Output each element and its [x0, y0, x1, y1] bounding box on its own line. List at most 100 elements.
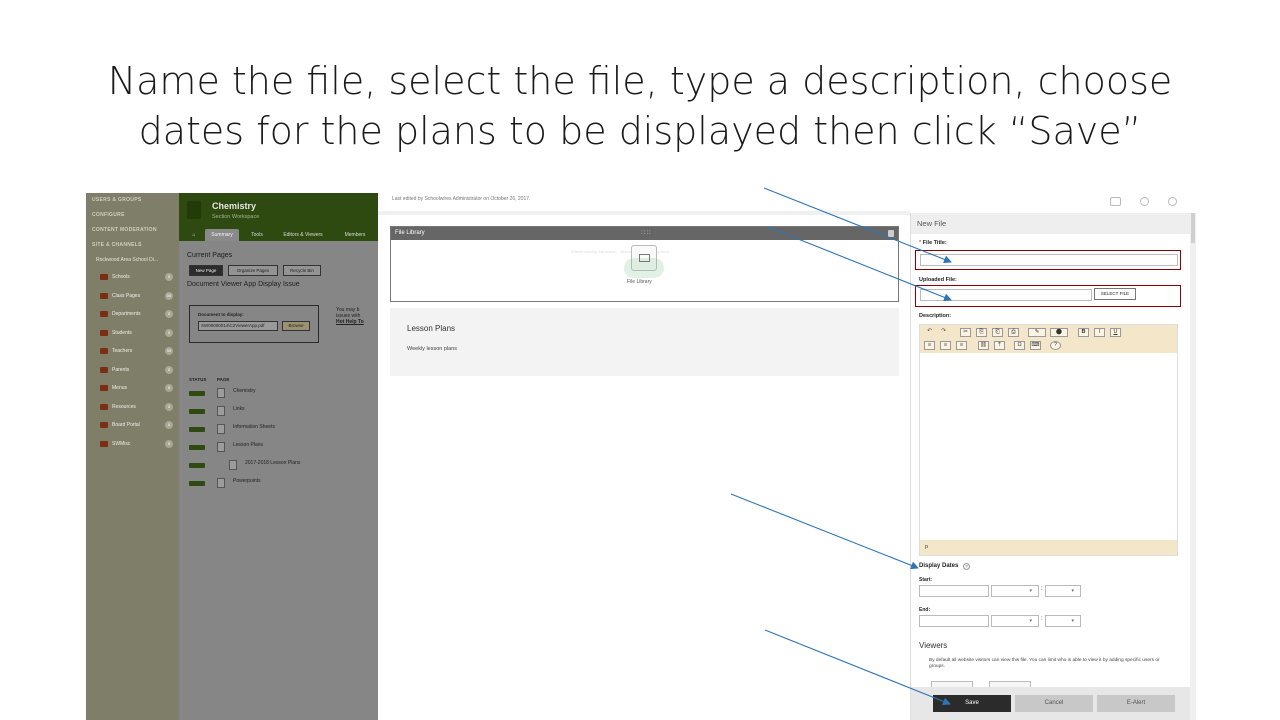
- sidebar-section-configure[interactable]: CONFIGURE: [86, 208, 179, 223]
- required-mark: *: [919, 240, 922, 246]
- browse-button[interactable]: Browse: [282, 321, 310, 331]
- folder-icon: [639, 254, 650, 262]
- sidebar-item-menus[interactable]: Menus 0: [86, 379, 179, 398]
- sidebar-item-label: Class Pages: [112, 292, 141, 299]
- align-left-icon[interactable]: ≡: [924, 341, 935, 350]
- file-title-input[interactable]: [920, 254, 1178, 266]
- source-icon[interactable]: ⌨: [1030, 341, 1041, 350]
- form-scrollbar[interactable]: [1190, 213, 1196, 720]
- sidebar-section-moderation[interactable]: CONTENT MODERATION: [86, 223, 179, 238]
- file-title-label: * File Title:: [919, 240, 947, 246]
- cancel-button[interactable]: Cancel: [1015, 695, 1093, 712]
- end-date-input[interactable]: [919, 615, 989, 627]
- align-center-icon[interactable]: ≡: [940, 341, 951, 350]
- start-date-input[interactable]: [919, 585, 989, 597]
- page-name[interactable]: Information Sheets: [233, 424, 275, 430]
- align-right-icon[interactable]: ≡: [956, 341, 967, 350]
- start-label: Start:: [919, 577, 933, 583]
- folder-icon: [100, 311, 108, 317]
- help-icon[interactable]: ?: [1050, 341, 1061, 350]
- upload-icon[interactable]: ⤒: [994, 341, 1005, 350]
- select-file-button[interactable]: SELECT FILE: [1094, 288, 1136, 300]
- new-file-title: New File: [911, 213, 1191, 234]
- tab-tools[interactable]: Tools: [243, 229, 271, 241]
- grid-icon[interactable]: [1110, 197, 1121, 206]
- page-name[interactable]: 2017-2018 Lesson Plans: [245, 460, 300, 466]
- save-button[interactable]: Save: [933, 695, 1011, 712]
- table-row[interactable]: Links: [189, 404, 379, 422]
- page-name[interactable]: Links: [233, 406, 245, 412]
- highlight-color-icon[interactable]: ⬤: [1050, 328, 1068, 337]
- cut-icon[interactable]: ✂: [960, 328, 971, 337]
- sidebar-section-users[interactable]: USERS & GROUPS: [86, 193, 179, 208]
- sidebar-item-swmisc[interactable]: SWMisc 0: [86, 435, 179, 454]
- redo-icon[interactable]: ↷: [938, 328, 949, 337]
- table-row[interactable]: 2017-2018 Lesson Plans: [189, 458, 379, 476]
- scrollbar-thumb[interactable]: [1191, 213, 1195, 243]
- recycle-bin-button[interactable]: Recycle Bin: [283, 265, 321, 276]
- sidebar-item-parents[interactable]: Parents 0: [86, 361, 179, 380]
- sidebar-item-board-portal[interactable]: Board Portal 0: [86, 416, 179, 435]
- table-row[interactable]: Information Sheets: [189, 422, 379, 440]
- end-minute-select[interactable]: ▾: [1045, 615, 1081, 627]
- tab-home[interactable]: ⌂: [187, 229, 201, 241]
- underline-icon[interactable]: U: [1110, 328, 1121, 337]
- e-alert-button[interactable]: E-Alert: [1097, 695, 1175, 712]
- sidebar-item-resources[interactable]: Resources 0: [86, 398, 179, 417]
- italic-icon[interactable]: I: [1094, 328, 1105, 337]
- start-minute-select[interactable]: ▾: [1045, 585, 1081, 597]
- document-label: Document to display:: [198, 312, 244, 317]
- tab-members[interactable]: Members: [335, 229, 375, 241]
- sidebar-item-teachers[interactable]: Teachers 00: [86, 342, 179, 361]
- organize-pages-button[interactable]: Organize Pages: [228, 265, 278, 276]
- page-name[interactable]: Chemistry: [233, 388, 256, 394]
- sidebar-school[interactable]: Rockwood Area School Di...: [86, 253, 179, 268]
- tab-editors-viewers[interactable]: Editors & Viewers: [277, 229, 329, 241]
- file-library-bar[interactable]: File Library ::::: [391, 227, 898, 240]
- paste-icon[interactable]: ⎗: [992, 328, 1003, 337]
- sidebar-item-schools[interactable]: Schools 0: [86, 268, 179, 287]
- file-library-app[interactable]: File Library :::: Where viewing the acti…: [390, 226, 899, 302]
- sidebar-item-label: Board Portal: [112, 422, 140, 428]
- sidebar-item-departments[interactable]: Departments 0: [86, 305, 179, 324]
- copy-icon[interactable]: ⎘: [976, 328, 987, 337]
- tab-summary[interactable]: Summary: [205, 229, 239, 241]
- drag-handle-icon[interactable]: ::::: [641, 227, 652, 240]
- page-icon: [217, 406, 225, 416]
- new-page-button[interactable]: New Page: [189, 265, 223, 276]
- paste-text-icon[interactable]: ⎙: [1008, 328, 1019, 337]
- page-name[interactable]: Powerpoints: [233, 478, 261, 484]
- trash-icon[interactable]: [888, 230, 894, 237]
- page-name[interactable]: Lesson Plans: [233, 442, 263, 448]
- sidebar-section-site-channels[interactable]: SITE & CHANNELS: [86, 238, 179, 253]
- start-hour-select[interactable]: ▾: [991, 585, 1039, 597]
- sidebar-item-class-pages[interactable]: Class Pages 00: [86, 287, 179, 306]
- sidebar-item-students[interactable]: Students 0: [86, 324, 179, 343]
- table-row[interactable]: Lesson Plans: [189, 440, 379, 458]
- undo-icon[interactable]: ↶: [924, 328, 935, 337]
- cms-sidebar: USERS & GROUPS CONFIGURE CONTENT MODERAT…: [86, 193, 179, 720]
- special-char-icon[interactable]: Ω: [1014, 341, 1025, 350]
- end-hour-select[interactable]: ▾: [991, 615, 1039, 627]
- lesson-plans-app[interactable]: Lesson Plans Weekly lesson plans: [390, 308, 899, 376]
- count-badge: 0: [165, 365, 173, 374]
- page-icon: [217, 388, 225, 398]
- table-row[interactable]: Powerpoints: [189, 476, 379, 494]
- bold-icon[interactable]: B: [1078, 328, 1089, 337]
- folder-icon: [100, 403, 108, 410]
- document-field[interactable]: SW00000014\C2ViewerApp.pdf: [198, 321, 278, 331]
- text-color-icon[interactable]: ✎: [1028, 328, 1046, 337]
- count-badge: 00: [165, 347, 173, 355]
- count-badge: 00: [165, 291, 173, 300]
- top-toolbar-strip: [910, 193, 1196, 213]
- uploaded-file-input[interactable]: [920, 289, 1092, 301]
- table-row[interactable]: Chemistry: [189, 386, 379, 404]
- link-icon[interactable]: ⛓: [978, 341, 989, 350]
- book-icon: [187, 201, 201, 219]
- description-editor[interactable]: ↶ ↷ ✂ ⎘ ⎗ ⎙ ✎ ⬤ B I U ≡ ≡ ≡ ⛓ ⤒ Ω ⌨ ? p: [919, 324, 1178, 556]
- circle-icon[interactable]: [1168, 197, 1177, 206]
- hot-help-link[interactable]: Hot Help To: [336, 319, 364, 325]
- plus-icon[interactable]: [1140, 197, 1149, 206]
- action-bar: Save Cancel E-Alert: [911, 687, 1191, 720]
- help-icon[interactable]: ?: [963, 563, 970, 570]
